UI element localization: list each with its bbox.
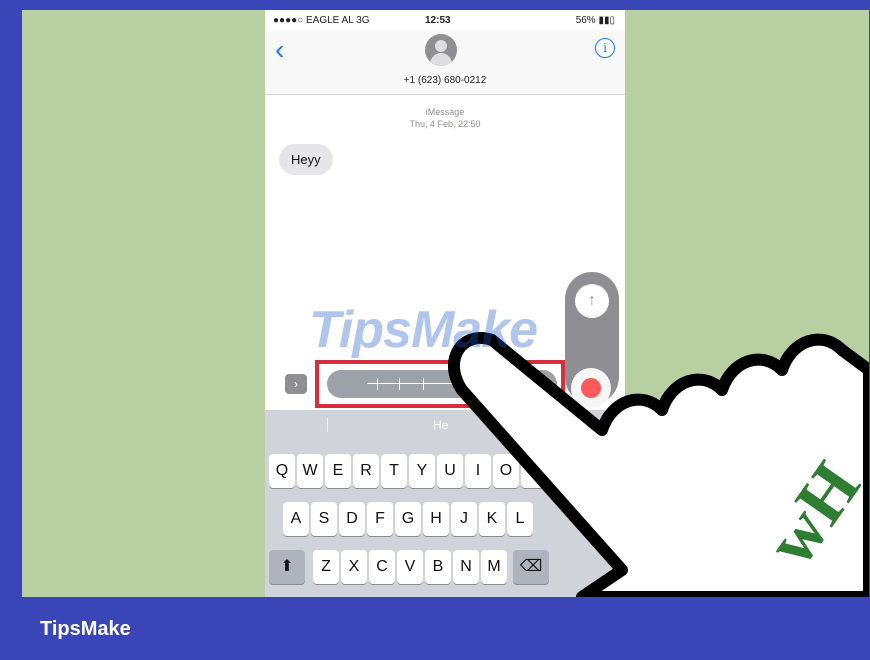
watermark: TipsMake bbox=[309, 301, 538, 359]
footer-brand: TipsMake bbox=[40, 618, 131, 640]
image-frame: ●●●●○ EAGLE AL 3G 12:53 56% ▮▮▯ ‹ +1 (62… bbox=[0, 0, 870, 660]
illustration-panel: ●●●●○ EAGLE AL 3G 12:53 56% ▮▮▯ ‹ +1 (62… bbox=[22, 10, 869, 597]
